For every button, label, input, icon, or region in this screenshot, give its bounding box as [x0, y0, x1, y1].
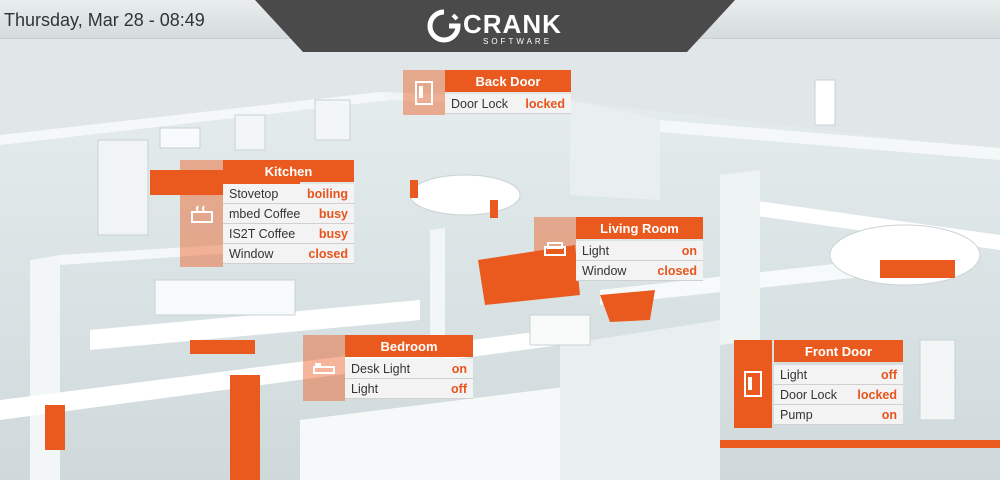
status-row[interactable]: Light off [774, 365, 903, 385]
row-value: off [451, 381, 467, 396]
door-icon [403, 70, 445, 115]
card-title: Living Room [576, 217, 703, 239]
row-label: Door Lock [451, 96, 508, 111]
row-value: boiling [307, 186, 348, 201]
row-value: locked [525, 96, 565, 111]
stove-icon [180, 160, 223, 267]
status-row[interactable]: Stovetop boiling [223, 184, 354, 204]
row-label: Desk Light [351, 361, 411, 376]
brand-logo: CRANK SOFTWARE [255, 0, 735, 52]
row-value: busy [318, 206, 348, 221]
row-value: on [451, 361, 467, 376]
card-title: Back Door [445, 70, 571, 92]
status-row[interactable]: Pump on [774, 405, 903, 425]
status-row[interactable]: Door Lock locked [445, 94, 571, 114]
row-label: IS2T Coffee [229, 226, 296, 241]
card-title: Kitchen [223, 160, 354, 182]
datetime-label: Thursday, Mar 28 - 08:49 [4, 10, 205, 30]
row-label: Window [229, 246, 274, 261]
crank-logo-icon [427, 9, 461, 43]
row-label: mbed Coffee [229, 206, 301, 221]
status-row[interactable]: Door Lock locked [774, 385, 903, 405]
status-row[interactable]: Window closed [576, 261, 703, 281]
status-row[interactable]: Window closed [223, 244, 354, 264]
card-title: Bedroom [345, 335, 473, 357]
status-row[interactable]: mbed Coffee busy [223, 204, 354, 224]
logo-text: CRANK [463, 9, 562, 39]
sofa-icon [534, 217, 576, 283]
row-value: busy [318, 226, 348, 241]
row-label: Stovetop [229, 186, 279, 201]
row-value: locked [857, 387, 897, 402]
bed-icon [303, 335, 345, 401]
row-label: Light [351, 381, 379, 396]
row-value: closed [308, 246, 348, 261]
logo-subtext: SOFTWARE [483, 37, 553, 46]
row-label: Pump [780, 407, 813, 422]
status-row[interactable]: Light on [576, 241, 703, 261]
row-value: closed [657, 263, 697, 278]
status-row[interactable]: Light off [345, 379, 473, 399]
status-row[interactable]: IS2T Coffee busy [223, 224, 354, 244]
row-value: off [881, 367, 897, 382]
row-value: on [881, 407, 897, 422]
row-value: on [681, 243, 697, 258]
status-row[interactable]: Desk Light on [345, 359, 473, 379]
row-label: Light [780, 367, 808, 382]
door-icon [734, 340, 772, 428]
row-label: Light [582, 243, 610, 258]
row-label: Door Lock [780, 387, 837, 402]
row-label: Window [582, 263, 627, 278]
card-title: Front Door [774, 340, 903, 362]
